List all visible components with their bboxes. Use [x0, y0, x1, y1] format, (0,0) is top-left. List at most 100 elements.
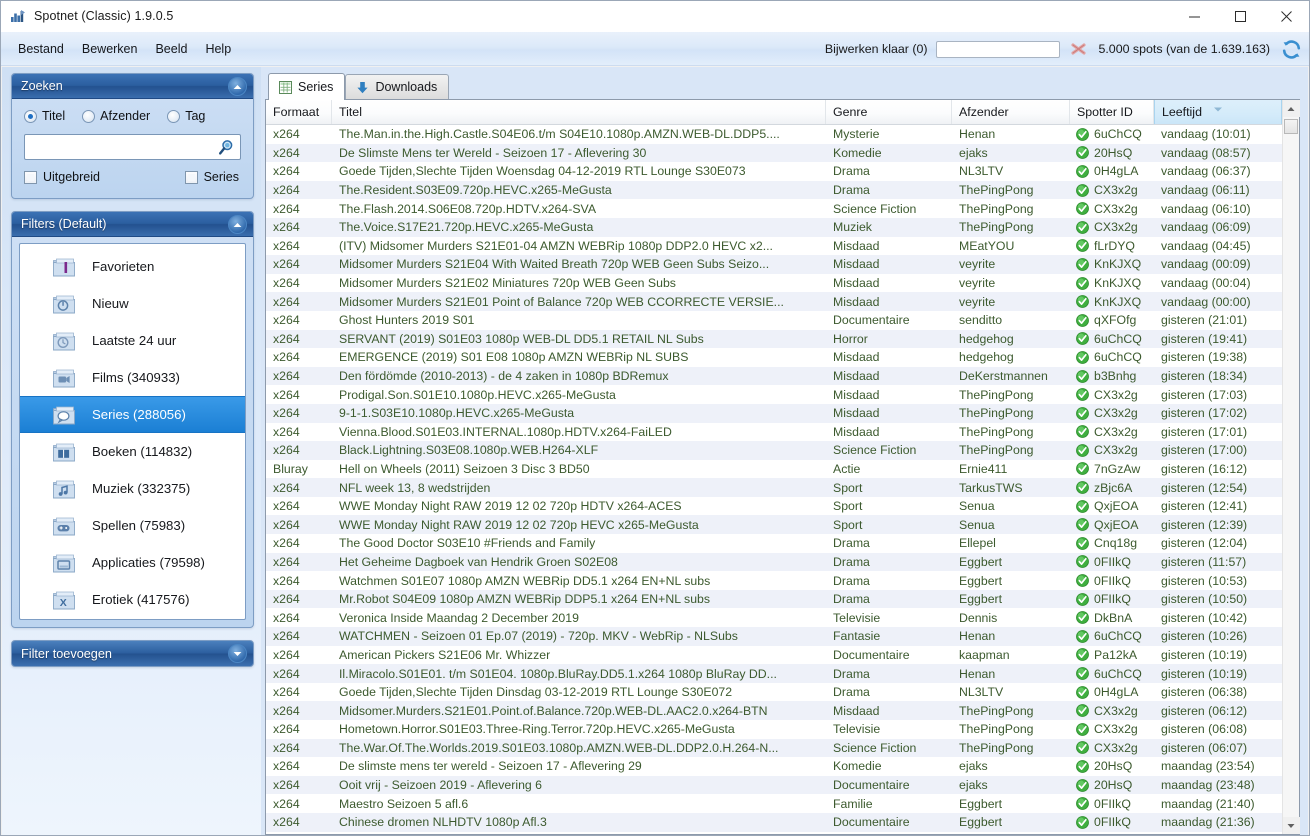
table-row[interactable]: x264 Maestro Seizoen 5 afl.6 Familie Eggber… — [266, 794, 1282, 813]
filter-item-applicaties[interactable]: Applicaties (79598) — [20, 544, 245, 581]
verified-check-icon — [1076, 146, 1089, 160]
table-row[interactable]: x264 Chinese dromen NLHDTV 1080p Afl.3 Doc… — [266, 812, 1282, 832]
scroll-up-icon[interactable] — [1282, 100, 1300, 117]
table-row[interactable]: x264 De slimste mens ter wereld - Seizoen… — [266, 757, 1282, 776]
table-row[interactable]: x264 The.Flash.2014.S06E08.720p.HDTV.x264… — [266, 199, 1282, 218]
table-row[interactable]: x264 Midsomer.Murders.S21E01.Point.of.Bal… — [266, 701, 1282, 720]
search-box[interactable] — [24, 134, 241, 160]
table-row[interactable]: x264 Hometown.Horror.S01E03.Three-Ring.Te… — [266, 720, 1282, 739]
chevron-up-icon[interactable] — [228, 77, 247, 96]
table-row[interactable]: x264 The.War.Of.The.Worlds.2019.S01E03.10… — [266, 738, 1282, 758]
refresh-icon[interactable] — [1279, 37, 1303, 61]
table-row[interactable]: x264 WWE Monday Night RAW 2019 12 02 720p… — [266, 515, 1282, 535]
table-row[interactable]: x264 Mr.Robot S04E09 1080p AMZN WEBRip DD… — [266, 589, 1282, 609]
checkbox-series[interactable] — [184, 170, 198, 184]
cell-sender: Dennis — [959, 610, 998, 625]
table-row[interactable]: x264 9-1-1.S03E10.1080p.HEVC.x265-MeGusta… — [266, 403, 1282, 423]
filter-item-favorieten[interactable]: Favorieten — [20, 248, 245, 285]
column-header-genre[interactable]: Genre — [826, 100, 952, 124]
cell-genre: Science Fiction — [833, 740, 917, 755]
filter-item-series[interactable]: Series (288056) — [20, 396, 245, 433]
search-panel-header[interactable]: Zoeken — [12, 74, 253, 99]
table-row[interactable]: x264 Goede Tijden,Slechte Tijden Woensdag… — [266, 162, 1282, 181]
radio-tag[interactable] — [167, 109, 181, 123]
filter-item-erotiek[interactable]: X Erotiek (417576) — [20, 581, 245, 618]
table-row[interactable]: x264 Midsomer Murders S21E01 Point of Bal… — [266, 292, 1282, 311]
table-row[interactable]: x264 EMERGENCE (2019) S01 E08 1080p AMZN … — [266, 348, 1282, 367]
radio-option-afzender[interactable]: Afzender — [82, 109, 150, 123]
chevron-down-icon[interactable] — [228, 644, 247, 663]
filter-item-films[interactable]: Films (340933) — [20, 359, 245, 396]
filter-item-nieuw[interactable]: Nieuw — [20, 285, 245, 322]
table-row[interactable]: Bluray Hell on Wheels (2011) Seizoen 3 Di… — [266, 460, 1282, 479]
table-row[interactable]: x264 (ITV) Midsomer Murders S21E01-04 AMZ… — [266, 237, 1282, 256]
filters-panel-header[interactable]: Filters (Default) — [12, 212, 253, 237]
filter-item-muziek[interactable]: Muziek (332375) — [20, 470, 245, 507]
column-header-format[interactable]: Formaat — [266, 100, 332, 124]
cell-sender: ThePingPong — [959, 443, 1034, 458]
table-row[interactable]: x264 The.Resident.S03E09.720p.HEVC.x265-M… — [266, 180, 1282, 200]
radio-titel[interactable] — [24, 109, 37, 123]
radio-option-tag[interactable]: Tag — [167, 109, 205, 123]
table-row[interactable]: x264 American Pickers S21E06 Mr. Whizzer D… — [266, 646, 1282, 665]
minimize-button[interactable] — [1171, 1, 1217, 32]
menu-item-bestand[interactable]: Bestand — [9, 38, 73, 60]
scrollbar-thumb[interactable] — [1283, 119, 1298, 134]
table-row[interactable]: x264 The.Man.in.the.High.Castle.S04E06.t/… — [266, 125, 1282, 144]
table-row[interactable]: x264 WATCHMEN - Seizoen 01 Ep.07 (2019) -… — [266, 627, 1282, 646]
table-row[interactable]: x264 Ooit vrij - Seizoen 2019 - Afleverin… — [266, 775, 1282, 795]
scroll-down-icon[interactable] — [1282, 817, 1300, 834]
add-filter-bar[interactable]: Filter toevoegen — [11, 640, 254, 667]
search-input[interactable] — [31, 140, 216, 154]
magnifier-icon[interactable] — [216, 137, 236, 157]
table-row[interactable]: x264 Prodigal.Son.S01E10.1080p.HEVC.x265-… — [266, 385, 1282, 404]
menu-item-bewerken[interactable]: Bewerken — [73, 38, 147, 60]
table-row[interactable]: x264 NFL week 13, 8 wedstrijden Sport Tarku… — [266, 478, 1282, 497]
table-row[interactable]: x264 Midsomer Murders S21E02 Miniatures 7… — [266, 274, 1282, 293]
table-row[interactable]: x264 Vienna.Blood.S01E03.INTERNAL.1080p.H… — [266, 423, 1282, 442]
menu-item-beeld[interactable]: Beeld — [146, 38, 196, 60]
table-row[interactable]: x264 Il.Miracolo.S01E01. t/m S01E04. 1080… — [266, 664, 1282, 683]
cell-title: SERVANT (2019) S01E03 1080p WEB-DL DD5.1… — [339, 331, 704, 346]
table-row[interactable]: x264 Midsomer Murders S21E04 With Waited … — [266, 255, 1282, 274]
chevron-up-icon[interactable] — [228, 215, 247, 234]
filter-item-laatste[interactable]: Laatste 24 uur — [20, 322, 245, 359]
cancel-x-icon[interactable] — [1069, 40, 1089, 58]
table-row[interactable]: x264 De Slimste Mens ter Wereld - Seizoen… — [266, 143, 1282, 163]
checkbox-option-series[interactable]: Series — [184, 170, 239, 184]
verified-check-icon — [1076, 574, 1089, 587]
table-row[interactable]: x264 Watchmen S01E07 1080p AMZN WEBRip DD… — [266, 571, 1282, 590]
table-row[interactable]: x264 Veronica Inside Maandag 2 December 2… — [266, 608, 1282, 627]
table-row[interactable]: x264 SERVANT (2019) S01E03 1080p WEB-DL D… — [266, 329, 1282, 349]
tab-downloads[interactable]: Downloads — [345, 74, 450, 99]
maximize-button[interactable] — [1217, 1, 1263, 32]
checkbox-option-uitgebreid[interactable]: Uitgebreid — [24, 170, 100, 184]
cell-sender: Ernie411 — [959, 461, 1008, 476]
column-header-age[interactable]: Leeftijd — [1154, 100, 1282, 124]
table-row[interactable]: x264 The Good Doctor S03E10 #Friends and … — [266, 534, 1282, 553]
menu-item-help[interactable]: Help — [196, 38, 240, 60]
table-row[interactable]: x264 WWE Monday Night RAW 2019 12 02 720p… — [266, 497, 1282, 516]
checkbox-uitgebreid[interactable] — [24, 170, 37, 184]
column-header-sender[interactable]: Afzender — [952, 100, 1070, 124]
table-row[interactable]: x264 The.Voice.S17E21.720p.HEVC.x265-MeGu… — [266, 217, 1282, 237]
filter-item-spellen[interactable]: Spellen (75983) — [20, 507, 245, 544]
scrollbar-track[interactable] — [1283, 117, 1300, 817]
table-row[interactable]: x264 Het Geheime Dagboek van Hendrik Groe… — [266, 552, 1282, 572]
grid-header-row: Formaat Titel Genre Afzender Spotter ID Leeft… — [266, 100, 1299, 125]
filter-item-boeken[interactable]: Boeken (114832) — [20, 433, 245, 470]
vertical-scrollbar[interactable] — [1282, 100, 1300, 834]
table-row[interactable]: x264 Goede Tijden,Slechte Tijden Dinsdag … — [266, 683, 1282, 702]
verified-check-icon — [1076, 722, 1089, 736]
radio-afzender[interactable] — [82, 109, 96, 123]
cell-age: vandaag (00:04) — [1161, 276, 1251, 291]
table-row[interactable]: x264 Den fördömde (2010-2013) - de 4 zake… — [266, 366, 1282, 386]
column-header-title[interactable]: Titel — [332, 100, 826, 124]
filter-item-label: Nieuw — [92, 296, 129, 311]
table-row[interactable]: x264 Ghost Hunters 2019 S01 Documentaire se… — [266, 311, 1282, 330]
table-row[interactable]: x264 Black.Lightning.S03E08.1080p.WEB.H26… — [266, 441, 1282, 460]
close-button[interactable] — [1263, 1, 1309, 32]
tab-series[interactable]: Series — [268, 73, 346, 100]
column-header-spotter[interactable]: Spotter ID — [1070, 100, 1154, 124]
radio-option-titel[interactable]: Titel — [24, 109, 65, 123]
